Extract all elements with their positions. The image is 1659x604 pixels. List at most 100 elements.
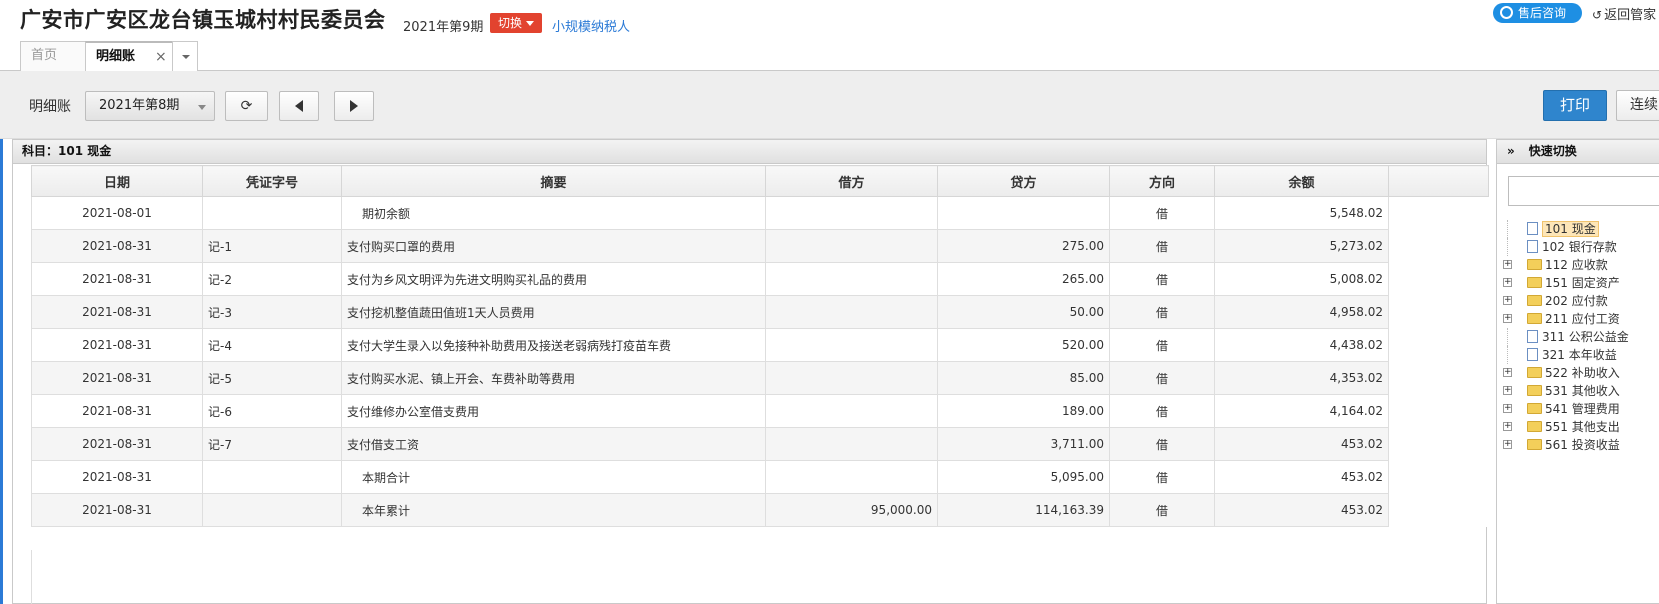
cell-voucher[interactable]: 记-7	[202, 427, 342, 461]
expand-icon[interactable]: +	[1503, 386, 1512, 395]
col-balance[interactable]: 余额	[1214, 165, 1389, 197]
table-row[interactable]: 2021-08-31 记-1 支付购买口罩的费用 275.00 借 5,273.…	[31, 229, 1489, 263]
tree-node[interactable]: +531 其他收入	[1497, 382, 1659, 400]
expand-icon[interactable]: +	[1503, 404, 1512, 413]
cell-summary: 支付购买水泥、镇上开会、车费补助等费用	[341, 361, 766, 395]
expand-icon[interactable]: +	[1503, 278, 1512, 287]
col-direction[interactable]: 方向	[1109, 165, 1215, 197]
cell-voucher[interactable]: 记-6	[202, 394, 342, 428]
expand-icon[interactable]: +	[1503, 368, 1512, 377]
cell-summary: 支付购买口罩的费用	[341, 229, 766, 263]
period-select[interactable]: 2021年第8期	[85, 91, 215, 121]
current-period: 2021年第9期	[403, 20, 484, 35]
tree-node[interactable]: +151 固定资产	[1497, 274, 1659, 292]
tree-node-label: 531 其他收入	[1545, 384, 1620, 398]
tab-detail-ledger[interactable]: 明细账 ×	[85, 41, 173, 71]
cell-spacer	[1388, 328, 1489, 362]
cell-voucher[interactable]: 记-4	[202, 328, 342, 362]
cell-debit	[765, 295, 938, 329]
cell-credit: 265.00	[937, 262, 1110, 296]
table-row[interactable]: 2021-08-31 记-3 支付挖机整值蔬田值班1天人员费用 50.00 借 …	[31, 295, 1489, 329]
cell-debit: 95,000.00	[765, 493, 938, 527]
chevron-down-icon	[182, 55, 190, 59]
quick-switch-header[interactable]: » 快速切换	[1497, 140, 1659, 164]
col-credit[interactable]: 贷方	[937, 165, 1110, 197]
tree-connector	[1507, 328, 1508, 346]
col-debit[interactable]: 借方	[765, 165, 938, 197]
cell-summary: 本年累计	[341, 493, 766, 527]
col-summary[interactable]: 摘要	[341, 165, 766, 197]
cell-date: 2021-08-31	[31, 394, 203, 428]
cell-credit	[937, 196, 1110, 230]
undo-icon: ↺	[1592, 8, 1603, 22]
cell-voucher[interactable]: 记-1	[202, 229, 342, 263]
tree-node[interactable]: +561 投资收益	[1497, 436, 1659, 454]
cell-date: 2021-08-31	[31, 460, 203, 494]
quick-switch-search-input[interactable]	[1508, 176, 1659, 206]
file-icon	[1527, 330, 1538, 343]
quick-switch-panel: » 快速切换 101 现金 102 银行存款 +112 应收款 +151 固定资产 +20…	[1496, 139, 1659, 604]
account-title: 科目：101 现金	[13, 140, 1486, 164]
cell-voucher[interactable]	[202, 460, 342, 494]
cell-spacer	[1388, 394, 1489, 428]
tree-node[interactable]: 102 银行存款	[1497, 238, 1659, 256]
col-voucher[interactable]: 凭证字号	[202, 165, 342, 197]
expand-icon[interactable]: +	[1503, 260, 1512, 269]
close-icon[interactable]: ×	[155, 43, 167, 71]
cell-direction: 借	[1109, 493, 1215, 527]
expand-icon[interactable]: +	[1503, 296, 1512, 305]
table-row[interactable]: 2021-08-31 记-6 支付维修办公室借支费用 189.00 借 4,16…	[31, 394, 1489, 428]
cell-date: 2021-08-31	[31, 361, 203, 395]
cell-credit: 5,095.00	[937, 460, 1110, 494]
cell-voucher[interactable]: 记-3	[202, 295, 342, 329]
print-button[interactable]: 打印	[1543, 90, 1607, 121]
cell-summary: 支付维修办公室借支费用	[341, 394, 766, 428]
tab-more-button[interactable]	[172, 41, 198, 71]
tree-node[interactable]: +202 应付款	[1497, 292, 1659, 310]
expand-icon[interactable]: +	[1503, 314, 1512, 323]
double-chevron-right-icon[interactable]: »	[1507, 144, 1515, 158]
previous-period-button[interactable]	[279, 91, 319, 121]
table-row[interactable]: 2021-08-31 记-4 支付大学生录入以免接种补助费用及接送老弱病残打疫苗…	[31, 328, 1489, 362]
expand-icon[interactable]: +	[1503, 440, 1512, 449]
folder-icon	[1527, 439, 1542, 450]
table-row[interactable]: 2021-08-31 本年累计 95,000.00 114,163.39 借 4…	[31, 493, 1489, 527]
tree-node-label: 202 应付款	[1545, 294, 1608, 308]
continuous-print-button[interactable]: 连续	[1616, 90, 1659, 121]
tree-node[interactable]: 101 现金	[1497, 220, 1659, 238]
cell-direction: 借	[1109, 196, 1215, 230]
refresh-button[interactable]: ⟳	[225, 91, 268, 121]
expand-icon[interactable]: +	[1503, 422, 1512, 431]
after-sales-support-button[interactable]: 售后咨询	[1493, 3, 1582, 23]
back-to-manager-link[interactable]: ↺ 返回管家	[1592, 4, 1656, 23]
cell-direction: 借	[1109, 229, 1215, 263]
table-row[interactable]: 2021-08-31 记-5 支付购买水泥、镇上开会、车费补助等费用 85.00…	[31, 361, 1489, 395]
col-date[interactable]: 日期	[31, 165, 203, 197]
cell-balance: 4,353.02	[1214, 361, 1389, 395]
cell-voucher[interactable]	[202, 493, 342, 527]
cell-voucher[interactable]: 记-2	[202, 262, 342, 296]
tree-node[interactable]: +551 其他支出	[1497, 418, 1659, 436]
table-row[interactable]: 2021-08-31 记-7 支付借支工资 3,711.00 借 453.02	[31, 427, 1489, 461]
tree-node[interactable]: 311 公积公益金	[1497, 328, 1659, 346]
table-row[interactable]: 2021-08-31 记-2 支付为乡风文明评为先进文明购买礼品的费用 265.…	[31, 262, 1489, 296]
cell-credit: 50.00	[937, 295, 1110, 329]
tab-detail-label: 明细账	[96, 49, 136, 64]
table-row[interactable]: 2021-08-01 期初余额 借 5,548.02	[31, 196, 1489, 230]
cell-voucher[interactable]: 记-5	[202, 361, 342, 395]
tab-home[interactable]: 首页	[20, 41, 86, 71]
table-row[interactable]: 2021-08-31 本期合计 5,095.00 借 453.02	[31, 460, 1489, 494]
tree-node[interactable]: +112 应收款	[1497, 256, 1659, 274]
cell-voucher[interactable]	[202, 196, 342, 230]
tree-node[interactable]: 321 本年收益	[1497, 346, 1659, 364]
next-period-button[interactable]	[334, 91, 374, 121]
quick-switch-title: 快速切换	[1528, 144, 1577, 158]
tree-node[interactable]: +541 管理费用	[1497, 400, 1659, 418]
tree-node[interactable]: +522 补助收入	[1497, 364, 1659, 382]
cell-spacer	[1388, 460, 1489, 494]
switch-period-button[interactable]: 切换	[490, 13, 543, 33]
back-label: 返回管家	[1604, 8, 1657, 23]
cell-debit	[765, 361, 938, 395]
tree-node[interactable]: +211 应付工资	[1497, 310, 1659, 328]
taxpayer-type-link[interactable]: 小规模纳税人	[552, 16, 630, 35]
